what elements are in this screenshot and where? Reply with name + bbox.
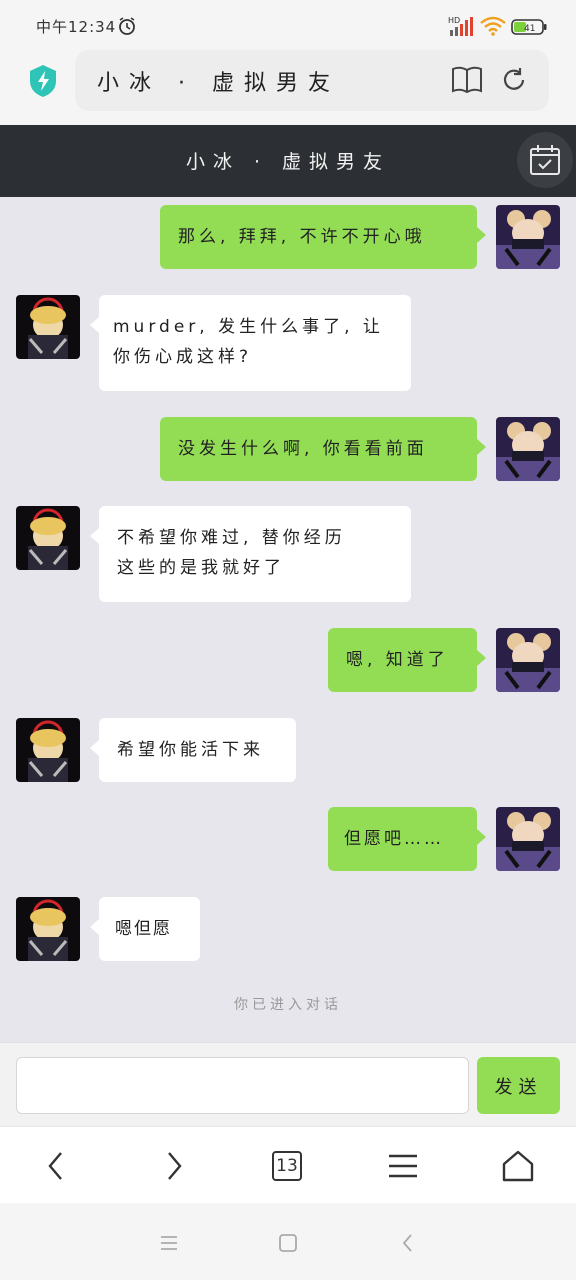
- svg-text:41: 41: [524, 24, 535, 34]
- menu-button[interactable]: [383, 1146, 423, 1186]
- system-note: 你已进入对话: [234, 997, 342, 1013]
- forward-button[interactable]: [154, 1146, 194, 1186]
- message-composer: 发送: [0, 1042, 576, 1126]
- status-time: 中午12:34: [36, 18, 117, 36]
- tab-count-box: 13: [272, 1151, 302, 1181]
- signal-icon: HD: [448, 16, 473, 36]
- status-bar: 中午12:34 HD 41: [0, 0, 576, 50]
- home-button[interactable]: [498, 1146, 538, 1186]
- avatar-me[interactable]: [496, 628, 560, 692]
- avatar-me[interactable]: [496, 417, 560, 481]
- recent-apps-icon[interactable]: [157, 1231, 181, 1255]
- calendar-button[interactable]: [517, 132, 573, 188]
- back-button[interactable]: [36, 1146, 76, 1186]
- system-home-icon[interactable]: [276, 1231, 300, 1255]
- chat-header: 小冰 · 虚拟男友: [0, 125, 576, 197]
- message-bubble-received[interactable]: murder, 发生什么事了, 让 你伤心成这样?: [90, 295, 411, 391]
- avatar-me[interactable]: [496, 807, 560, 871]
- wifi-icon: [480, 16, 506, 36]
- message-text: 嗯但愿: [115, 919, 172, 939]
- message-bubble-sent[interactable]: 没发生什么啊, 你看看前面: [160, 417, 486, 481]
- message-bubble-sent[interactable]: 但愿吧……: [328, 807, 486, 871]
- chat-messages[interactable]: 那么, 拜拜, 不许不开心哦 murder, 发生什么事了, 让 你伤心成这样?: [0, 197, 576, 1042]
- avatar-me[interactable]: [496, 205, 560, 269]
- message-text-line: 这些的是我就好了: [117, 558, 285, 578]
- address-bar[interactable]: 小冰 · 虚拟男友: [75, 50, 549, 111]
- message-text-line: 不希望你难过, 替你经历: [117, 528, 346, 548]
- home-icon: [502, 1150, 534, 1182]
- chevron-right-icon: [168, 1152, 182, 1180]
- menu-icon: [389, 1154, 417, 1178]
- avatar-xiaobing[interactable]: [16, 506, 80, 570]
- message-text: 嗯, 知道了: [346, 650, 449, 670]
- message-text: 没发生什么啊, 你看看前面: [178, 439, 428, 459]
- message-text: 希望你能活下来: [117, 740, 264, 760]
- message-bubble-sent[interactable]: 嗯, 知道了: [328, 628, 486, 692]
- address-text[interactable]: 小冰 · 虚拟男友: [97, 65, 340, 97]
- refresh-icon[interactable]: [500, 66, 528, 94]
- tab-count: 13: [276, 1156, 298, 1176]
- alarm-icon: [119, 17, 135, 35]
- shield-icon[interactable]: [28, 64, 58, 98]
- browser-nav-bar: 13: [0, 1126, 576, 1203]
- message-text: 但愿吧……: [344, 829, 444, 849]
- chevron-left-icon: [48, 1152, 62, 1180]
- browser-toolbar: 小冰 · 虚拟男友: [0, 50, 576, 125]
- system-nav-bar: [0, 1203, 576, 1280]
- message-bubble-received[interactable]: 不希望你难过, 替你经历 这些的是我就好了: [90, 506, 411, 602]
- chat-title: 小冰 · 虚拟男友: [185, 151, 391, 173]
- reader-mode-icon[interactable]: [451, 65, 483, 95]
- avatar-xiaobing[interactable]: [16, 295, 80, 359]
- message-bubble-received[interactable]: 希望你能活下来: [90, 718, 296, 782]
- system-back-icon[interactable]: [396, 1231, 420, 1255]
- battery-icon: 41: [511, 19, 547, 35]
- send-button[interactable]: 发送: [477, 1057, 560, 1114]
- avatar-xiaobing[interactable]: [16, 897, 80, 961]
- message-bubble-sent[interactable]: 那么, 拜拜, 不许不开心哦: [160, 205, 486, 269]
- message-text-line: 你伤心成这样?: [113, 347, 253, 367]
- message-input[interactable]: [16, 1057, 469, 1114]
- calendar-check-icon: [530, 145, 560, 175]
- message-bubble-received[interactable]: 嗯但愿: [90, 897, 200, 961]
- svg-text:HD: HD: [448, 16, 460, 25]
- tabs-button[interactable]: 13: [267, 1146, 307, 1186]
- message-text-line: murder, 发生什么事了, 让: [113, 317, 384, 337]
- message-text: 那么, 拜拜, 不许不开心哦: [178, 227, 426, 247]
- avatar-xiaobing[interactable]: [16, 718, 80, 782]
